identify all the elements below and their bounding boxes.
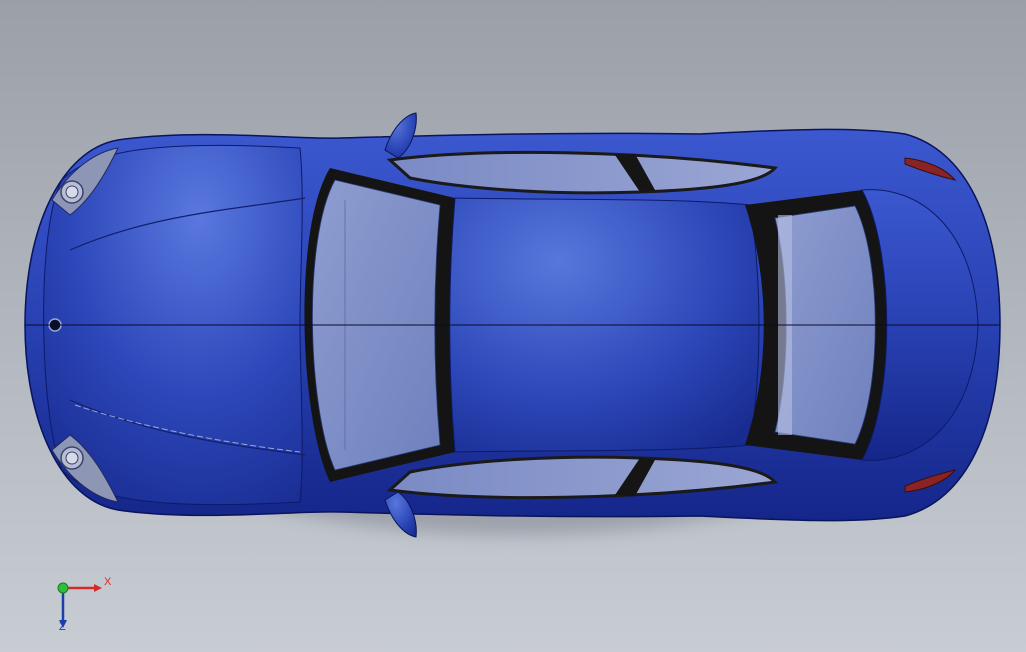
coordinate-triad[interactable]: X Z — [48, 572, 118, 636]
car-model[interactable] — [0, 0, 1026, 652]
axis-x-label: X — [104, 576, 112, 588]
graphics-viewport[interactable]: X Z — [0, 0, 1026, 652]
axis-z-label: Z — [59, 621, 66, 633]
